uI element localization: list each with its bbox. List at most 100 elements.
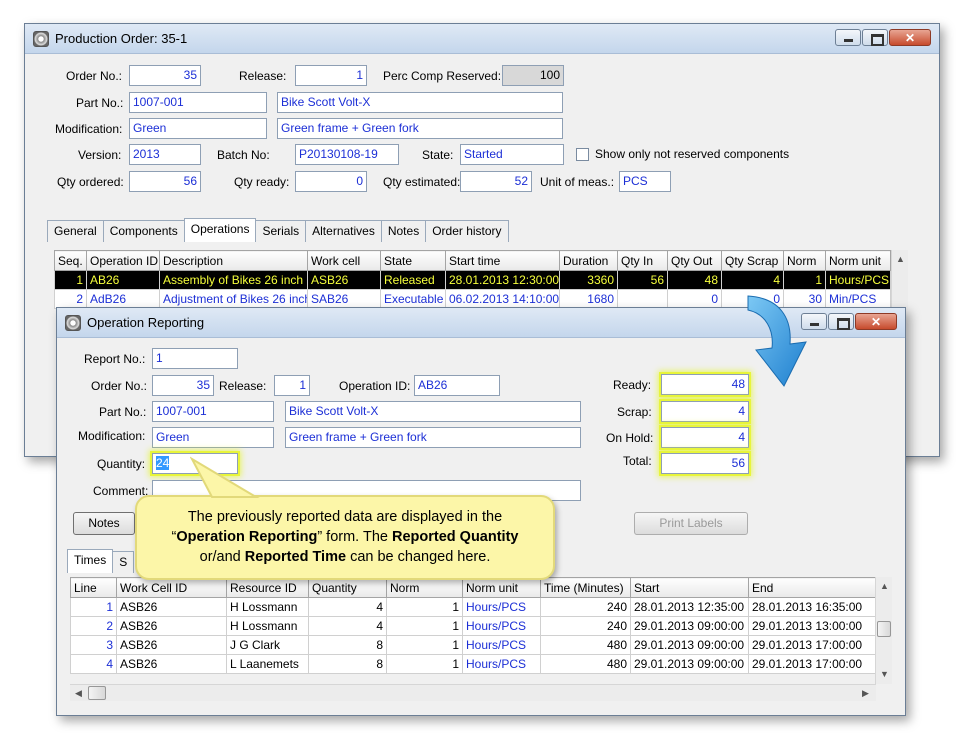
callout-line-2: “Operation Reporting” form. The Reported… <box>171 529 519 545</box>
qty-ready-field[interactable]: 0 <box>295 171 367 192</box>
col-norm-unit[interactable]: Norm unit <box>825 250 891 271</box>
release-field[interactable]: 1 <box>274 375 310 396</box>
order-no-field[interactable]: 35 <box>152 375 214 396</box>
col-description[interactable]: Description <box>159 250 308 271</box>
times-vertical-scrollbar[interactable]: ▲ ▼ <box>875 577 892 684</box>
tab-order-history[interactable]: Order history <box>425 220 509 242</box>
col-end[interactable]: End <box>748 577 877 598</box>
unit-of-measure-field[interactable]: PCS <box>619 171 671 192</box>
part-desc-field[interactable]: Bike Scott Volt-X <box>277 92 563 113</box>
order-no-label: Order No.: <box>91 379 148 393</box>
col-qty-scrap[interactable]: Qty Scrap <box>721 250 784 271</box>
col-qty-out[interactable]: Qty Out <box>667 250 722 271</box>
release-label: Release: <box>219 379 267 393</box>
qty-in-cell: 56 <box>617 270 668 290</box>
scroll-down-icon[interactable]: ▼ <box>880 669 889 679</box>
col-work-cell-id[interactable]: Work Cell ID <box>116 577 227 598</box>
order-no-field[interactable]: 35 <box>129 65 201 86</box>
modification-desc-field[interactable]: Green frame + Green fork <box>285 427 581 448</box>
col-state[interactable]: State <box>380 250 446 271</box>
qty-estimated-field[interactable]: 52 <box>460 171 532 192</box>
table-row[interactable]: 1 ASB26 H Lossmann 4 1 Hours/PCS 240 28.… <box>70 597 877 617</box>
scrap-label: Scrap: <box>617 405 652 419</box>
tab-general[interactable]: General <box>47 220 104 242</box>
col-norm-unit[interactable]: Norm unit <box>462 577 541 598</box>
col-duration[interactable]: Duration <box>559 250 618 271</box>
state-label: State: <box>422 148 454 162</box>
table-row[interactable]: 2 ASB26 H Lossmann 4 1 Hours/PCS 240 29.… <box>70 616 877 636</box>
col-operation-id[interactable]: Operation ID <box>86 250 160 271</box>
scroll-thumb[interactable] <box>88 686 106 700</box>
release-label: Release: <box>239 69 287 83</box>
release-field[interactable]: 1 <box>295 65 367 86</box>
col-norm[interactable]: Norm <box>386 577 463 598</box>
tab-notes[interactable]: Notes <box>380 220 427 242</box>
table-row[interactable]: 3 ASB26 J G Clark 8 1 Hours/PCS 480 29.0… <box>70 635 877 655</box>
batch-no-field[interactable]: P20130108-19 <box>295 144 399 165</box>
col-norm[interactable]: Norm <box>783 250 826 271</box>
close-button[interactable] <box>855 313 897 330</box>
col-quantity[interactable]: Quantity <box>308 577 387 598</box>
annotation-callout: The previously reported data are display… <box>135 495 555 580</box>
qty-ordered-label: Qty ordered: <box>57 175 124 189</box>
col-line[interactable]: Line <box>70 577 117 598</box>
batch-no-label: Batch No: <box>217 148 270 162</box>
scroll-up-icon[interactable]: ▲ <box>880 581 889 591</box>
close-button[interactable] <box>889 29 931 46</box>
operations-scrollbar[interactable]: ▲ <box>891 250 908 310</box>
scroll-right-icon[interactable]: ▶ <box>862 688 869 699</box>
table-row[interactable]: 4 ASB26 L Laanemets 8 1 Hours/PCS 480 29… <box>70 654 877 674</box>
maximize-button[interactable] <box>828 313 854 330</box>
col-qty-in[interactable]: Qty In <box>617 250 668 271</box>
production-order-titlebar[interactable]: Production Order: 35-1 <box>25 24 939 54</box>
total-field[interactable]: 56 <box>661 453 749 474</box>
col-seq[interactable]: Seq. <box>54 250 87 271</box>
production-order-title: Production Order: 35-1 <box>55 31 188 46</box>
tab-components[interactable]: Components <box>102 220 185 242</box>
part-desc-field[interactable]: Bike Scott Volt-X <box>285 401 581 422</box>
ready-field[interactable]: 48 <box>661 374 749 395</box>
notes-button[interactable]: Notes <box>73 512 135 535</box>
table-row[interactable]: 1 AB26 Assembly of Bikes 26 inch ASB26 R… <box>54 270 891 290</box>
minimize-button[interactable] <box>835 29 861 46</box>
col-start-time[interactable]: Start time <box>445 250 560 271</box>
part-no-field[interactable]: 1007-001 <box>152 401 274 422</box>
tab-second[interactable]: S <box>112 551 135 573</box>
times-horizontal-scrollbar[interactable]: ◀ ▶ <box>70 684 876 701</box>
tab-serials[interactable]: Serials <box>255 220 307 242</box>
state-field[interactable]: Started <box>460 144 564 165</box>
tab-times[interactable]: Times <box>67 549 114 573</box>
quantity-selected-value: 24 <box>156 456 170 470</box>
scroll-up-icon[interactable]: ▲ <box>896 254 905 264</box>
col-start[interactable]: Start <box>630 577 749 598</box>
callout-pointer <box>190 456 260 498</box>
scroll-left-icon[interactable]: ◀ <box>75 688 82 699</box>
col-work-cell[interactable]: Work cell <box>307 250 381 271</box>
operation-reporting-tabs: Times S <box>67 549 135 573</box>
times-header: Line Work Cell ID Resource ID Quantity N… <box>70 577 877 598</box>
report-no-field[interactable]: 1 <box>152 348 238 369</box>
version-field[interactable]: 2013 <box>129 144 201 165</box>
col-time-minutes[interactable]: Time (Minutes) <box>540 577 631 598</box>
operation-id-field[interactable]: AB26 <box>414 375 500 396</box>
modification-field[interactable]: Green <box>129 118 267 139</box>
show-not-reserved-checkbox[interactable] <box>576 148 589 161</box>
on-hold-field[interactable]: 4 <box>661 427 749 448</box>
modification-field[interactable]: Green <box>152 427 274 448</box>
tab-alternatives[interactable]: Alternatives <box>305 220 382 242</box>
qty-ordered-field[interactable]: 56 <box>129 171 201 192</box>
scroll-thumb[interactable] <box>877 621 891 637</box>
print-labels-button[interactable]: Print Labels <box>634 512 748 535</box>
qty-estimated-label: Qty estimated: <box>383 175 461 189</box>
modification-label: Modification: <box>55 122 123 136</box>
maximize-button[interactable] <box>862 29 888 46</box>
scrap-field[interactable]: 4 <box>661 401 749 422</box>
unit-of-measure-label: Unit of meas.: <box>540 175 615 189</box>
modification-desc-field[interactable]: Green frame + Green fork <box>277 118 563 139</box>
col-resource-id[interactable]: Resource ID <box>226 577 309 598</box>
part-no-field[interactable]: 1007-001 <box>129 92 267 113</box>
order-no-label: Order No.: <box>66 69 123 83</box>
callout-line-1: The previously reported data are display… <box>187 509 503 525</box>
tab-operations[interactable]: Operations <box>183 218 257 242</box>
report-no-label: Report No.: <box>84 352 146 366</box>
